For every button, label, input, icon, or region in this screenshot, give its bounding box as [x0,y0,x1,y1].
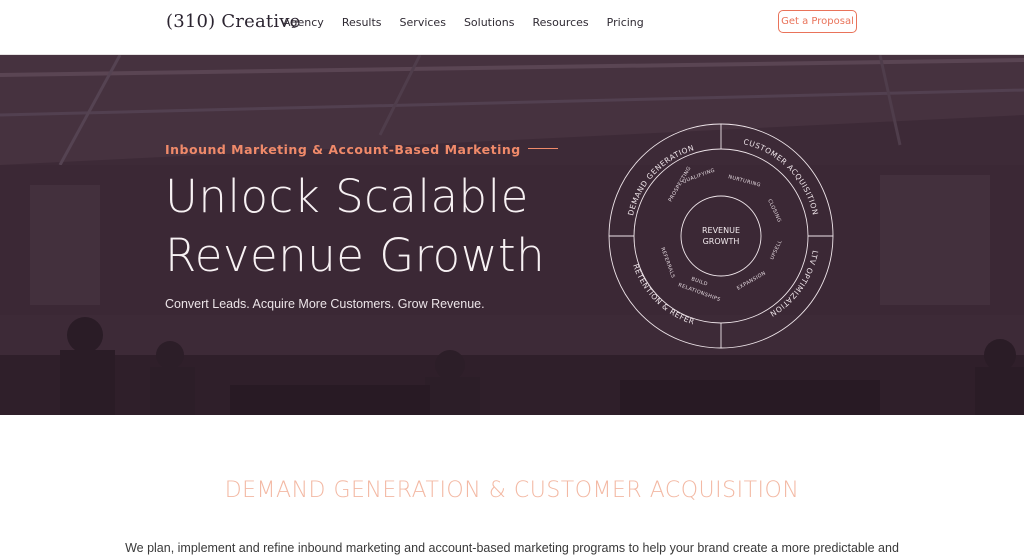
hero-section: Inbound Marketing & Account-Based Market… [0,55,1024,415]
cycle-closing: CLOSING [766,198,782,223]
get-proposal-button[interactable]: Get a Proposal [778,10,857,33]
cycle-build: BUILD [690,276,708,288]
cycle-prospecting: PROSPECTING [668,166,693,203]
hero-eyebrow: Inbound Marketing & Account-Based Market… [165,142,521,157]
revenue-cycle-diagram: DEMAND GENERATION CUSTOMER ACQUISITION L… [603,120,834,349]
cycle-upsell: UPSELL [769,239,783,261]
cycle-center-line-2: GROWTH [703,237,740,246]
hero-title: Unlock Scalable Revenue Growth [165,167,545,285]
hero-title-line-2: Revenue Growth [165,229,546,282]
cycle-relationships: RELATIONSHIPS [677,282,721,303]
main-nav: Agency Results Services Solutions Resour… [283,16,662,29]
logo[interactable]: (310) Creative [166,11,301,32]
cycle-expansion: EXPANSION [736,270,767,291]
site-header: (310) Creative Agency Results Services S… [0,0,1024,55]
eyebrow-divider [528,148,558,149]
nav-resources[interactable]: Resources [532,16,588,29]
nav-agency[interactable]: Agency [283,16,324,29]
hero-subtitle: Convert Leads. Acquire More Customers. G… [165,297,485,311]
cycle-referrals: REFERRALS [659,247,676,280]
section-body: We plan, implement and refine inbound ma… [125,541,899,555]
nav-pricing[interactable]: Pricing [607,16,644,29]
cycle-customer-acquisition: CUSTOMER ACQUISITION [742,137,819,216]
cycle-center-line-1: REVENUE [702,226,740,235]
nav-services[interactable]: Services [400,16,446,29]
nav-results[interactable]: Results [342,16,382,29]
section-title: DEMAND GENERATION & CUSTOMER ACQUISITION [224,478,800,503]
svg-text:CUSTOMER ACQUISITION: CUSTOMER ACQUISITION [742,137,820,216]
nav-solutions[interactable]: Solutions [464,16,515,29]
hero-title-line-1: Unlock Scalable [165,170,529,223]
cycle-nurturing: NURTURING [727,174,761,188]
